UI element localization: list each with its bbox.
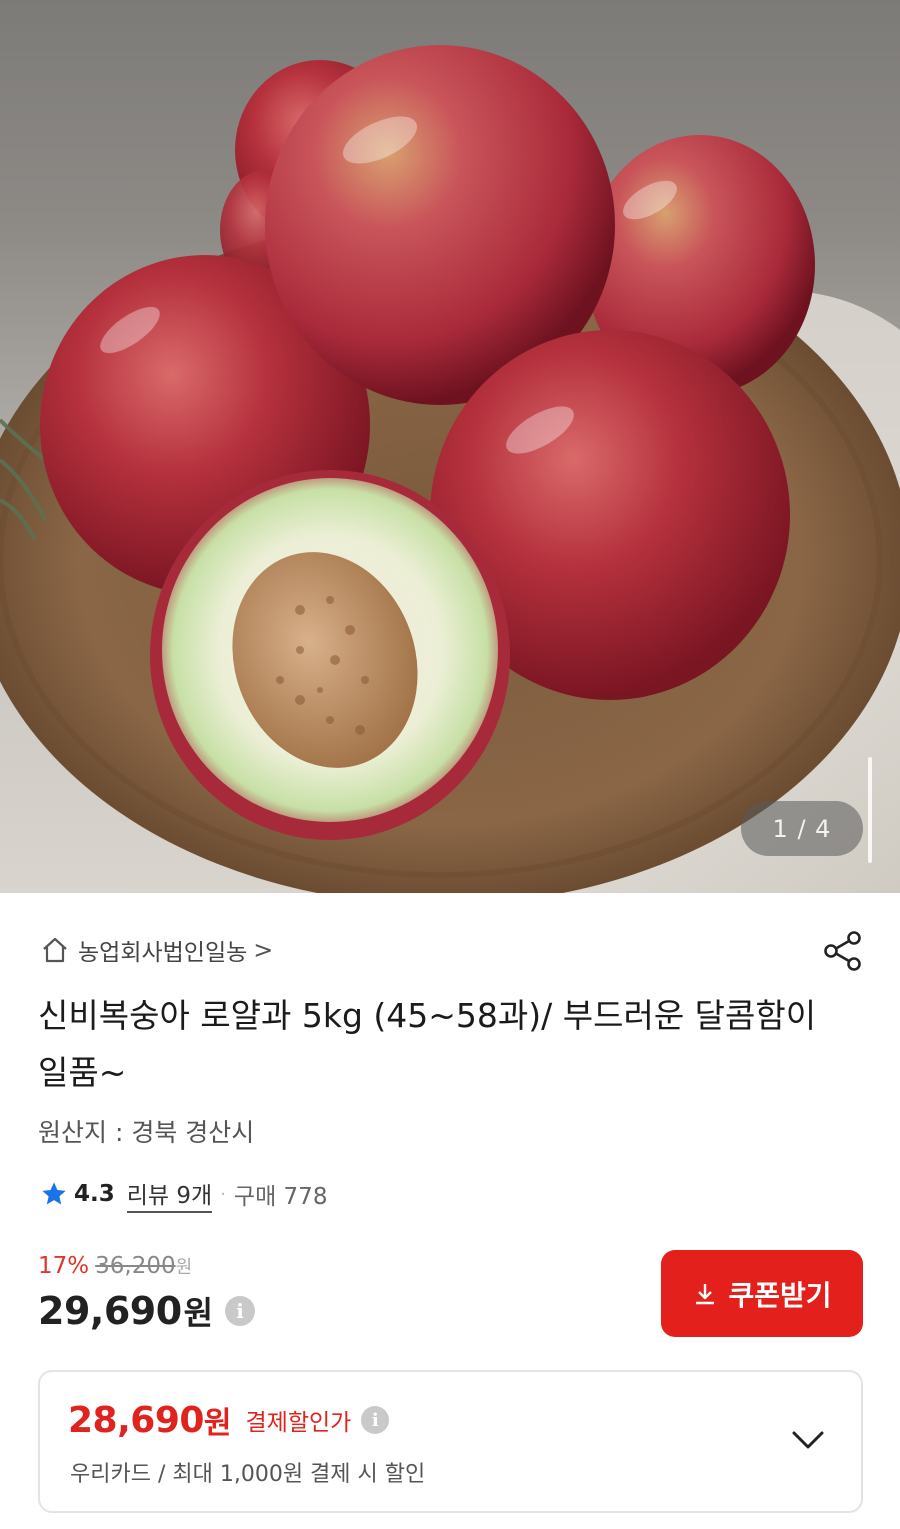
payment-discount-description: 우리카드 / 최대 1,000원 결제 시 할인 — [70, 1462, 426, 1487]
payment-info-icon[interactable]: i — [361, 1406, 390, 1434]
star-icon — [42, 1182, 66, 1205]
product-title: 신비복숭아 로얄과 5kg (45~58과)/ 부드러운 달콤함이 일품~ — [38, 996, 817, 1092]
product-photo-peaches — [0, 45, 900, 893]
product-origin: 원산지 : 경북 경산시 — [38, 1118, 255, 1147]
original-price-unit: 원 — [175, 1257, 193, 1278]
chevron-right-icon: > — [253, 936, 274, 964]
price-info-icon[interactable]: i — [225, 1296, 256, 1326]
payment-discount-price-row: 28,690 원 결제할인가 i — [68, 1398, 390, 1442]
coupon-button-label: 쿠폰받기 — [728, 1278, 832, 1312]
payment-discount-unit: 원 — [203, 1406, 232, 1441]
coupon-download-button[interactable]: 쿠폰받기 — [661, 1250, 863, 1337]
expand-button[interactable] — [788, 1420, 828, 1460]
product-image-gallery[interactable]: 1 / 4 — [0, 0, 900, 893]
sale-price-unit: 원 — [183, 1294, 214, 1332]
image-counter-badge: 1 / 4 — [741, 801, 863, 856]
discount-rate: 17% — [38, 1253, 90, 1279]
download-arrow-icon — [696, 1283, 715, 1304]
store-name: 농업회사법인일농 — [78, 940, 248, 966]
sale-price-row: 29,690 원 i — [38, 1288, 256, 1334]
share-icon — [824, 931, 861, 971]
chevron-down-icon — [792, 1431, 824, 1449]
review-count-link[interactable]: 리뷰 9개 — [126, 1176, 213, 1213]
payment-discount-tag: 결제할인가 — [245, 1410, 352, 1436]
purchase-count: 구매 778 — [233, 1184, 328, 1210]
share-button[interactable] — [820, 928, 866, 974]
original-price: 36,200 — [95, 1253, 176, 1279]
payment-discount-price: 28,690 — [68, 1399, 204, 1441]
gallery-scroll-indicator — [868, 757, 872, 863]
payment-discount-card[interactable]: 28,690 원 결제할인가 i 우리카드 / 최대 1,000원 결제 시 할… — [38, 1370, 863, 1513]
separator-dot: · — [220, 1183, 226, 1205]
store-link[interactable]: 농업회사법인일농 > — [40, 930, 273, 970]
home-icon — [43, 937, 67, 963]
original-price-row: 17% 36,200 원 — [38, 1253, 192, 1279]
sale-price: 29,690 — [38, 1289, 182, 1333]
rating-summary: 4.3 리뷰 9개 · 구매 778 — [40, 1176, 328, 1213]
rating-score: 4.3 — [74, 1181, 115, 1207]
